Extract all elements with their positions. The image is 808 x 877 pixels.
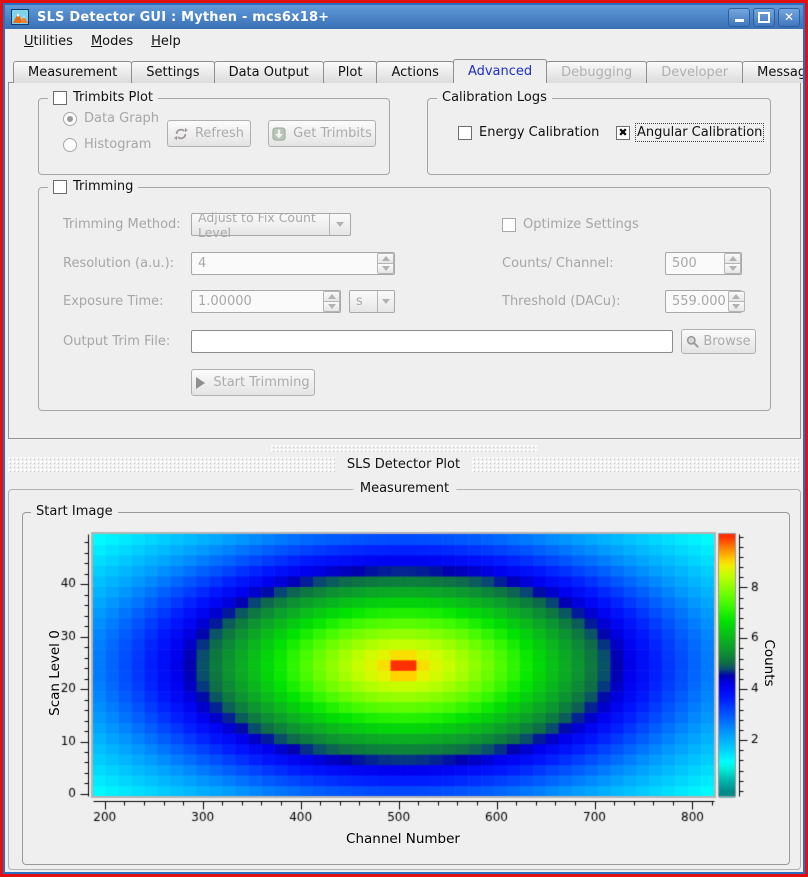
menu-modes[interactable]: Modes	[82, 31, 142, 52]
exposure-unit-combobox[interactable]: s	[349, 290, 395, 313]
data-graph-label: Data Graph	[84, 111, 159, 126]
tab-advanced[interactable]: Advanced	[453, 59, 547, 83]
title-bar[interactable]: SLS Detector GUI : Mythen - mcs6x18+ ✕	[5, 5, 803, 29]
plot-dock-titlebar[interactable]: SLS Detector Plot	[8, 457, 799, 472]
tab-settings[interactable]: Settings	[131, 61, 214, 83]
exposure-time-label: Exposure Time:	[63, 294, 164, 309]
tab-developer: Developer	[646, 61, 743, 83]
heatmap-plot-canvas[interactable]	[25, 517, 787, 857]
start-trimming-button[interactable]: Start Trimming	[191, 369, 315, 396]
data-graph-radio[interactable]	[63, 112, 77, 126]
threshold-spinbox[interactable]: 559.000	[665, 290, 742, 313]
counts-channel-label: Counts/ Channel:	[502, 256, 614, 271]
splitter-handle[interactable]	[271, 445, 537, 452]
combo-arrow-icon	[329, 214, 350, 235]
histogram-label: Histogram	[84, 137, 151, 152]
spin-arrows-icon[interactable]	[323, 291, 340, 312]
browse-button[interactable]: Browse	[681, 329, 756, 354]
trimbits-plot-group: Trimbits Plot Data Graph Histogram	[38, 98, 390, 175]
trimming-method-value: Adjust to Fix Count Level	[192, 210, 329, 240]
trimbits-plot-checkbox[interactable]	[53, 91, 67, 105]
angular-calibration-label: Angular Calibration	[637, 125, 762, 140]
tab-measurement[interactable]: Measurement	[13, 61, 132, 83]
exposure-time-value: 1.00000	[192, 294, 323, 309]
get-trimbits-label: Get Trimbits	[293, 126, 372, 141]
close-button[interactable]: ✕	[778, 8, 800, 27]
app-window: SLS Detector GUI : Mythen - mcs6x18+ ✕ U…	[0, 0, 808, 877]
calibration-logs-group: Calibration Logs Energy Calibration Angu…	[427, 98, 771, 175]
combo-arrow-icon	[377, 291, 394, 312]
spin-arrows-icon[interactable]	[377, 253, 394, 274]
threshold-value: 559.000	[666, 294, 726, 309]
resolution-value: 4	[192, 256, 375, 271]
app-logo-icon	[11, 9, 29, 25]
advanced-tab-pane: Trimbits Plot Data Graph Histogram	[8, 82, 801, 439]
counts-channel-value: 500	[666, 256, 722, 271]
histogram-radio[interactable]	[63, 138, 77, 152]
window-title: SLS Detector GUI : Mythen - mcs6x18+	[37, 10, 329, 25]
angular-calibration-checkbox[interactable]	[616, 126, 630, 140]
x-axis-title: Channel Number	[303, 831, 503, 847]
exposure-unit-value: s	[350, 294, 377, 309]
trimming-title: Trimming	[73, 179, 133, 194]
calibration-logs-title: Calibration Logs	[442, 90, 547, 105]
tab-data-output[interactable]: Data Output	[214, 61, 324, 83]
spin-arrows-icon[interactable]	[724, 253, 741, 274]
tab-bar: MeasurementSettingsData OutputPlotAction…	[13, 59, 803, 83]
refresh-icon	[174, 127, 188, 141]
tab-messages[interactable]: Messages	[742, 61, 803, 83]
energy-calibration-label: Energy Calibration	[479, 125, 599, 140]
tab-actions[interactable]: Actions	[376, 61, 454, 83]
resolution-spinbox[interactable]: 4	[191, 252, 395, 275]
download-icon	[272, 127, 286, 141]
trimming-group: Trimming Trimming Method: Adjust to Fix …	[38, 187, 771, 411]
menu-utilities[interactable]: Utilities	[15, 31, 82, 52]
browse-label: Browse	[703, 334, 750, 349]
maximize-icon	[758, 12, 770, 23]
menu-bar: UtilitiesModesHelp	[5, 29, 803, 53]
counts-channel-spinbox[interactable]: 500	[665, 252, 742, 275]
trimming-method-label: Trimming Method:	[63, 217, 181, 232]
minimize-icon	[735, 19, 744, 22]
output-trim-file-input[interactable]	[192, 331, 672, 352]
plot-dock-title: SLS Detector Plot	[335, 457, 472, 472]
start-image-group: Start Image Scan Level 0 Channel Number …	[22, 512, 790, 865]
tab-debugging: Debugging	[546, 61, 647, 83]
energy-calibration-checkbox[interactable]	[458, 126, 472, 140]
threshold-label: Threshold (DACu):	[502, 294, 621, 309]
maximize-button[interactable]	[753, 8, 775, 27]
trimming-checkbox[interactable]	[53, 180, 67, 194]
resolution-label: Resolution (a.u.):	[63, 256, 174, 271]
refresh-label: Refresh	[195, 126, 244, 141]
start-trimming-label: Start Trimming	[213, 375, 309, 390]
output-trim-file-field[interactable]	[191, 330, 673, 353]
trimbits-plot-title: Trimbits Plot	[73, 90, 153, 105]
output-trim-file-label: Output Trim File:	[63, 334, 170, 349]
magnifier-icon	[686, 335, 699, 348]
measurement-title: Measurement	[353, 481, 456, 496]
menu-help[interactable]: Help	[142, 31, 190, 52]
spin-arrows-icon[interactable]	[728, 291, 745, 312]
optimize-settings-label: Optimize Settings	[523, 217, 639, 232]
play-icon	[196, 377, 205, 389]
tab-plot[interactable]: Plot	[323, 61, 378, 83]
refresh-button[interactable]: Refresh	[167, 120, 251, 147]
optimize-settings-checkbox[interactable]	[502, 218, 516, 232]
get-trimbits-button[interactable]: Get Trimbits	[268, 120, 376, 147]
y-axis-title: Scan Level 0	[47, 608, 63, 738]
colorbar-title: Counts	[761, 633, 777, 693]
trimming-method-combobox[interactable]: Adjust to Fix Count Level	[191, 213, 351, 236]
exposure-time-spinbox[interactable]: 1.00000	[191, 290, 341, 313]
minimize-button[interactable]	[728, 8, 750, 27]
close-icon: ✕	[784, 11, 794, 23]
